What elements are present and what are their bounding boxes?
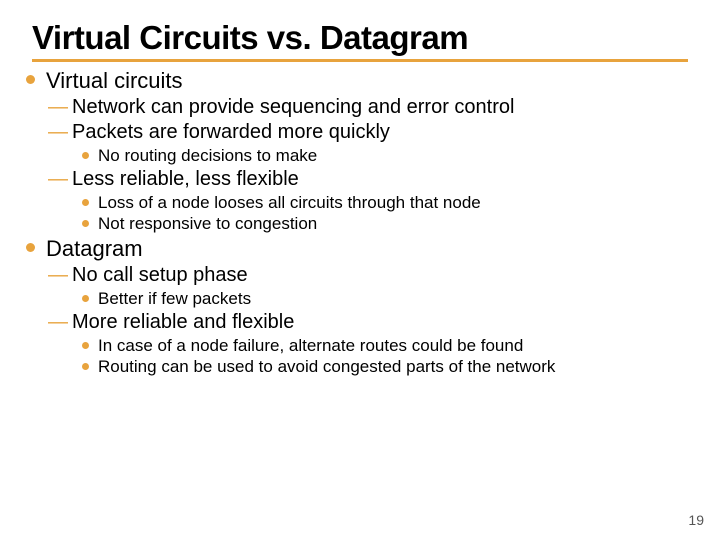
- dot-icon: [26, 243, 35, 252]
- dash-icon: —: [48, 96, 68, 119]
- bullet-l2: — Network can provide sequencing and err…: [48, 96, 700, 119]
- bullet-l3: Loss of a node looses all circuits throu…: [80, 193, 700, 213]
- l3-text: No routing decisions to make: [98, 146, 317, 165]
- l1-text: Virtual circuits: [46, 68, 183, 93]
- bullet-l2: — More reliable and flexible: [48, 311, 700, 334]
- l3-text: Routing can be used to avoid congested p…: [98, 357, 555, 376]
- dash-icon: —: [48, 121, 68, 144]
- bullet-l2: — Less reliable, less flexible: [48, 168, 700, 191]
- dot-icon: [82, 199, 89, 206]
- bullet-l3: Not responsive to congestion: [80, 214, 700, 234]
- dash-icon: —: [48, 264, 68, 287]
- dash-icon: —: [48, 311, 68, 334]
- dot-icon: [82, 342, 89, 349]
- l3-text: Not responsive to congestion: [98, 214, 317, 233]
- l2-text: More reliable and flexible: [72, 311, 294, 333]
- l3-text: Better if few packets: [98, 289, 251, 308]
- l2-text: Packets are forwarded more quickly: [72, 121, 390, 143]
- l2-text: Less reliable, less flexible: [72, 168, 299, 190]
- bullet-l1: Datagram: [20, 236, 700, 262]
- slide-title: Virtual Circuits vs. Datagram: [32, 20, 688, 56]
- l2-text: No call setup phase: [72, 264, 248, 286]
- bullet-l2: — Packets are forwarded more quickly: [48, 121, 700, 144]
- dot-icon: [82, 220, 89, 227]
- dot-icon: [82, 363, 89, 370]
- slide-content: Virtual circuits — Network can provide s…: [0, 68, 720, 377]
- bullet-l3: Better if few packets: [80, 289, 700, 309]
- l2-text: Network can provide sequencing and error…: [72, 96, 514, 118]
- l3-text: In case of a node failure, alternate rou…: [98, 336, 523, 355]
- dot-icon: [82, 295, 89, 302]
- bullet-l3: In case of a node failure, alternate rou…: [80, 336, 700, 356]
- bullet-l1: Virtual circuits: [20, 68, 700, 94]
- dot-icon: [26, 75, 35, 84]
- bullet-l3: Routing can be used to avoid congested p…: [80, 357, 700, 377]
- title-underline: [32, 59, 688, 62]
- dot-icon: [82, 152, 89, 159]
- bullet-l2: — No call setup phase: [48, 264, 700, 287]
- title-wrap: Virtual Circuits vs. Datagram: [0, 20, 720, 56]
- l3-text: Loss of a node looses all circuits throu…: [98, 193, 481, 212]
- slide: Virtual Circuits vs. Datagram Virtual ci…: [0, 0, 720, 540]
- page-number: 19: [688, 512, 704, 528]
- bullet-l3: No routing decisions to make: [80, 146, 700, 166]
- l1-text: Datagram: [46, 236, 143, 261]
- dash-icon: —: [48, 168, 68, 191]
